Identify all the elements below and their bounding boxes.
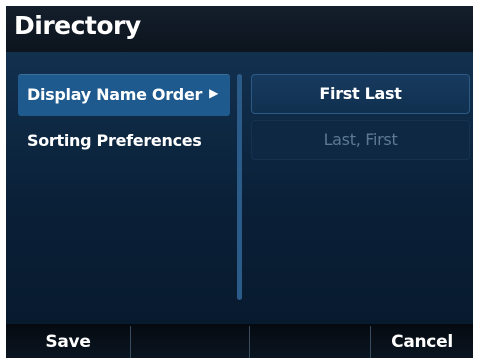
softkey-bar: Save Cancel bbox=[6, 324, 473, 358]
option-first-last[interactable]: First Last bbox=[251, 74, 470, 114]
softkey-2[interactable] bbox=[131, 324, 249, 358]
phone-screen: Directory Display Name Order ▶ Sorting P… bbox=[6, 6, 473, 358]
menu-item-label: Sorting Preferences bbox=[27, 131, 202, 150]
option-last-first[interactable]: Last, First bbox=[251, 120, 470, 160]
menu-item-display-name-order[interactable]: Display Name Order ▶ bbox=[18, 74, 230, 116]
arrow-right-icon: ▶ bbox=[209, 86, 218, 100]
page-title: Directory bbox=[14, 11, 141, 40]
panel-divider bbox=[237, 74, 242, 300]
title-bar: Directory bbox=[6, 6, 473, 52]
save-softkey[interactable]: Save bbox=[6, 324, 130, 358]
content-area: Display Name Order ▶ Sorting Preferences… bbox=[6, 52, 473, 324]
menu-item-label: Display Name Order bbox=[27, 85, 203, 104]
cancel-softkey[interactable]: Cancel bbox=[371, 324, 473, 358]
softkey-3[interactable] bbox=[250, 324, 370, 358]
menu-item-sorting-preferences[interactable]: Sorting Preferences bbox=[18, 120, 230, 162]
